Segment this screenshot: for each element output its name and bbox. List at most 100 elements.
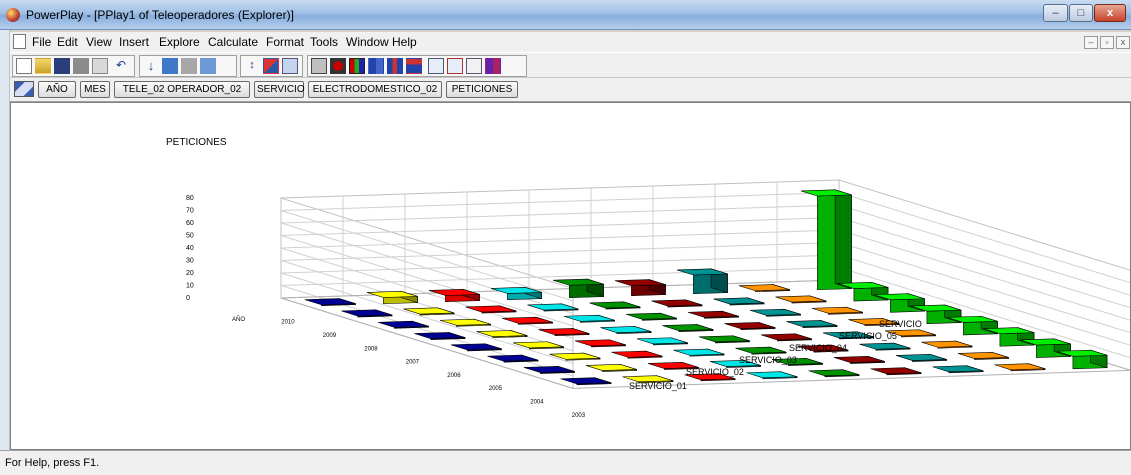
- bar-servicio_07-2003[interactable]: [932, 365, 984, 374]
- mdi-close-button[interactable]: x: [1116, 36, 1130, 49]
- bar-servicio_07-2004[interactable]: [895, 353, 947, 362]
- bar-servicio_01-2004[interactable]: [523, 365, 575, 374]
- 3d-bar-icon[interactable]: [349, 58, 365, 74]
- clustered-bar-icon[interactable]: [387, 58, 403, 74]
- bar-servicio_02-2005[interactable]: [549, 352, 601, 361]
- dim-ano-button[interactable]: AÑO: [38, 81, 76, 98]
- menu-insert[interactable]: Insert: [119, 35, 149, 49]
- sort-icon[interactable]: ↕: [244, 58, 260, 74]
- menu-tools[interactable]: Tools: [310, 35, 338, 49]
- bar-servicio_02-2007[interactable]: [476, 330, 528, 338]
- bar-servicio_09-2009[interactable]: [837, 281, 889, 302]
- bar-servicio_06-2003[interactable]: [870, 367, 922, 376]
- close-button[interactable]: x: [1094, 4, 1126, 22]
- bar-servicio_05-2009[interactable]: [589, 301, 641, 310]
- scatter-icon[interactable]: [466, 58, 482, 74]
- bar-servicio_05-2007[interactable]: [662, 324, 714, 332]
- correlation-icon[interactable]: [485, 58, 501, 74]
- menu-file[interactable]: File: [32, 35, 51, 49]
- menu-format[interactable]: Format: [266, 35, 304, 49]
- new-icon[interactable]: [16, 58, 32, 74]
- simple-bar-icon[interactable]: [368, 58, 384, 74]
- bar-servicio_03-2006[interactable]: [574, 339, 626, 348]
- bar-servicio_08-2009[interactable]: [775, 295, 827, 304]
- 3d-bar-chart[interactable]: PETICIONES 80706050403020100 AÑO 2010200…: [11, 103, 1131, 449]
- bar-servicio_02-2006[interactable]: [512, 341, 564, 350]
- bar-servicio_07-2007[interactable]: [786, 320, 838, 328]
- bar-servicio_07-2008[interactable]: [749, 308, 801, 317]
- multiline-icon[interactable]: [447, 58, 463, 74]
- bar-servicio_03-2008[interactable]: [501, 316, 553, 325]
- bar-servicio_01-2008[interactable]: [377, 320, 429, 329]
- bar-servicio_06-2008[interactable]: [687, 310, 739, 319]
- bar-servicio_07-2009[interactable]: [713, 297, 765, 306]
- dim-mes-button[interactable]: MES: [80, 81, 110, 98]
- bar-servicio_01-2009[interactable]: [341, 309, 393, 318]
- bar-servicio_09-2008[interactable]: [873, 293, 925, 313]
- bar-servicio_09-2005[interactable]: [983, 327, 1035, 347]
- bar-servicio_05-2005[interactable]: [735, 346, 787, 355]
- dim-peticiones-button[interactable]: PETICIONES: [446, 81, 518, 98]
- chart-area[interactable]: PETICIONES 80 70 60 50 40 30 20 10 0 AÑO 2010 200…: [10, 102, 1131, 450]
- bar-servicio_08-2005[interactable]: [921, 340, 973, 349]
- menu-explore[interactable]: Explore: [159, 35, 200, 49]
- open-icon[interactable]: [35, 58, 51, 74]
- bar-servicio_01-2005[interactable]: [487, 354, 539, 363]
- bar-servicio_08-2003[interactable]: [994, 363, 1046, 372]
- menu-calculate[interactable]: Calculate: [208, 35, 258, 49]
- bar-servicio_01-2003[interactable]: [560, 377, 612, 386]
- hide-icon[interactable]: [181, 58, 197, 74]
- drill-down-icon[interactable]: ↓: [143, 58, 159, 74]
- bar-servicio_09-2004[interactable]: [1019, 338, 1071, 358]
- dimension-viewer-icon[interactable]: [14, 81, 34, 97]
- menu-edit[interactable]: Edit: [57, 35, 78, 49]
- bar-servicio_04-2005[interactable]: [673, 348, 725, 357]
- dim-operador-button[interactable]: TELE_02 OPERADOR_02: [114, 81, 250, 98]
- bar-servicio_05-2006[interactable]: [698, 335, 750, 344]
- bar-servicio_08-2004[interactable]: [957, 351, 1009, 360]
- bar-servicio_06-2009[interactable]: [651, 299, 703, 308]
- bar-servicio_03-2005[interactable]: [611, 350, 663, 359]
- bar-servicio_03-2007[interactable]: [538, 328, 590, 336]
- bar-servicio_09-2006[interactable]: [946, 315, 998, 336]
- bar-series[interactable]: [304, 189, 1108, 386]
- bar-servicio_05-2008[interactable]: [625, 312, 677, 321]
- bar-servicio_01-2007[interactable]: [414, 332, 466, 340]
- bar-servicio_03-2009[interactable]: [465, 305, 517, 314]
- line-chart-icon[interactable]: [428, 58, 444, 74]
- bar-servicio_06-2006[interactable]: [760, 333, 812, 342]
- mdi-minimize-button[interactable]: –: [1084, 36, 1098, 49]
- bar-servicio_02-2009[interactable]: [403, 307, 455, 316]
- document-icon[interactable]: [13, 34, 26, 49]
- save-icon[interactable]: [54, 58, 70, 74]
- explain-icon[interactable]: [282, 58, 298, 74]
- menu-help[interactable]: Help: [392, 35, 417, 49]
- dim-electrodomestico-button[interactable]: ELECTRODOMESTICO_02: [308, 81, 442, 98]
- drill-up-icon[interactable]: [162, 58, 178, 74]
- bar-servicio_06-2010[interactable]: [614, 279, 666, 297]
- bar-servicio_05-2003[interactable]: [808, 369, 860, 378]
- maximize-button[interactable]: □: [1069, 4, 1093, 22]
- bar-servicio_04-2008[interactable]: [563, 314, 615, 323]
- bar-servicio_01-2010[interactable]: [304, 298, 356, 307]
- bar-servicio_01-2006[interactable]: [450, 343, 502, 352]
- bar-servicio_04-2009[interactable]: [527, 303, 579, 312]
- bar-servicio_08-2010[interactable]: [738, 284, 790, 293]
- stacked-bar-icon[interactable]: [406, 58, 422, 74]
- print-preview-icon[interactable]: [92, 58, 108, 74]
- bar-servicio_09-2010[interactable]: [800, 189, 852, 291]
- bar-servicio_05-2010[interactable]: [552, 278, 604, 299]
- swap-rows-columns-icon[interactable]: [263, 58, 279, 74]
- bar-servicio_04-2003[interactable]: [746, 371, 798, 380]
- bar-servicio_08-2008[interactable]: [811, 306, 863, 315]
- menu-window[interactable]: Window: [346, 35, 389, 49]
- powerplay-app-icon[interactable]: [6, 8, 20, 22]
- undo-icon[interactable]: ↶: [113, 58, 129, 74]
- minimize-button[interactable]: –: [1043, 4, 1068, 22]
- bar-servicio_04-2007[interactable]: [600, 326, 652, 334]
- bar-servicio_07-2005[interactable]: [859, 342, 911, 351]
- title-bar[interactable]: PowerPlay - [PPlay1 of Teleoperadores (E…: [0, 0, 1131, 30]
- crosstab-icon[interactable]: [311, 58, 327, 74]
- print-icon[interactable]: [73, 58, 89, 74]
- bar-servicio_02-2008[interactable]: [439, 318, 491, 327]
